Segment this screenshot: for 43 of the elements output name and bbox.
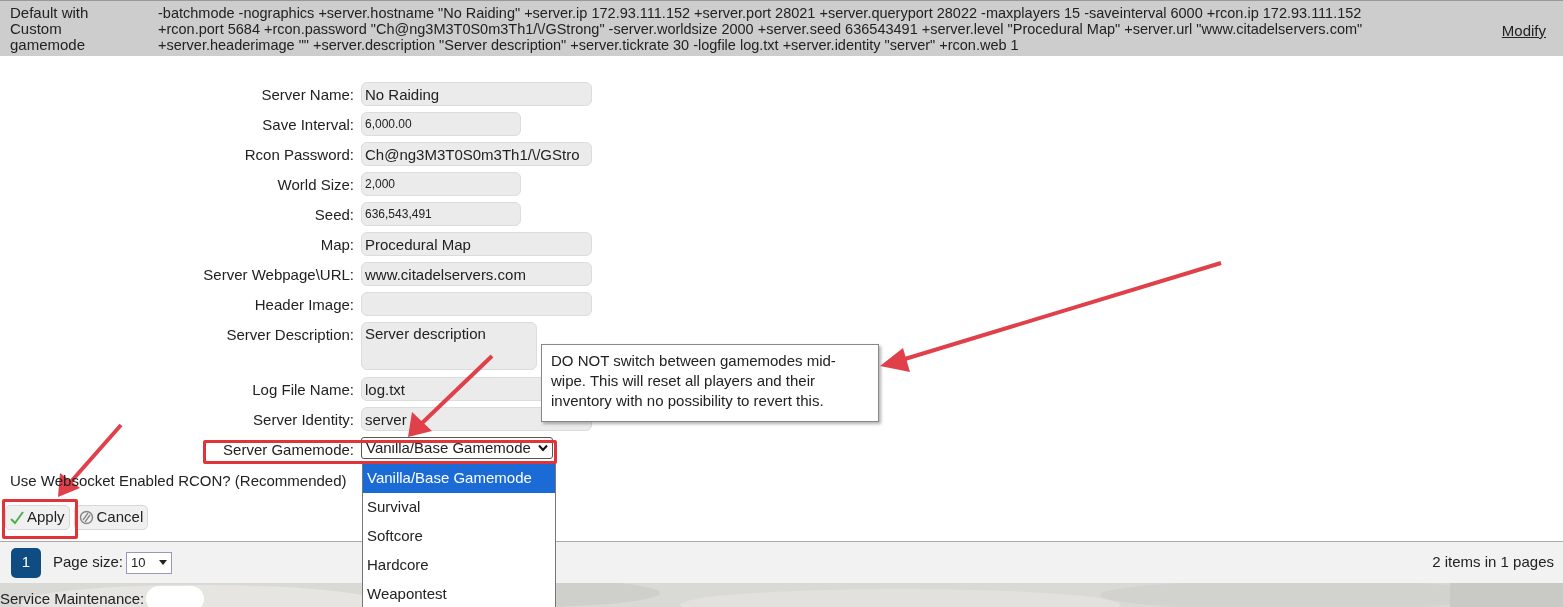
page-size-select[interactable]: 10 bbox=[126, 551, 173, 574]
toggle-switch[interactable] bbox=[146, 586, 205, 607]
dropdown-option[interactable]: Weapontest bbox=[363, 580, 555, 607]
field-label: Log File Name: bbox=[251, 380, 355, 400]
gamemode-select[interactable]: Vanilla/Base Gamemode bbox=[361, 437, 553, 459]
dropdown-option[interactable]: Survival bbox=[363, 493, 555, 522]
row-name: Default with Custom gamemode bbox=[9, 5, 90, 55]
text-area[interactable]: Server description bbox=[361, 322, 537, 370]
input-field[interactable]: 636,543,491 bbox=[361, 202, 521, 226]
input-field[interactable]: No Raiding bbox=[361, 82, 592, 106]
dropdown-option[interactable]: Hardcore bbox=[363, 551, 555, 580]
field-label: Save Interval: bbox=[261, 115, 355, 135]
cancel-icon bbox=[78, 510, 94, 525]
command-line-text: -batchmode -nographics +server.hostname "No Raiding" +server.ip 172.93.111.152 +server.port 28021 +server.queryport 28022 -maxplayers 15 -saveinterval 6000 +rcon.ip 172.93.111.152 +rcon.port 5684 +rcon.password "Ch@ng3M3T0S0m3Th1/\/GStrong" -server.worldsize 2000 +server.seed 636543491 +server.level "Procedural Map" +server.url "www.citadelservers.com" +server.headerimage "" +server.description "Server description" +server.tickrate 30 -logfile log.txt +server.identity "server" +rcon.web 1 bbox=[158, 5, 1364, 55]
input-field[interactable] bbox=[361, 292, 592, 316]
field-label: Header Image: bbox=[253, 295, 355, 315]
field-label: World Size: bbox=[276, 175, 355, 195]
field-label: Rcon Password: bbox=[243, 145, 355, 165]
field-label: Server Description: bbox=[225, 325, 355, 345]
tooltip: DO NOT switch between gamemodes mid-wipe. This will reset all players and their inventory with no possibility to revert this. bbox=[541, 344, 879, 422]
dropdown-option[interactable]: Softcore bbox=[363, 522, 555, 551]
input-field[interactable]: 6,000.00 bbox=[361, 112, 521, 136]
field-label: Map: bbox=[319, 235, 355, 255]
input-field[interactable]: 2,000 bbox=[361, 172, 521, 196]
input-field[interactable]: Ch@ng3M3T0S0m3Th1/\/GStro bbox=[361, 142, 592, 166]
field-label: Server Name: bbox=[260, 85, 355, 105]
field-label: Server Gamemode: bbox=[222, 440, 355, 460]
input-field[interactable]: Procedural Map bbox=[361, 232, 592, 256]
field-label: Server Identity: bbox=[252, 410, 355, 430]
page-size-label: Page size: bbox=[53, 552, 124, 573]
input-field[interactable]: www.citadelservers.com bbox=[361, 262, 592, 286]
field-label: Seed: bbox=[313, 205, 355, 225]
maintenance-label: Service Maintenance: bbox=[0, 588, 145, 607]
cancel-button[interactable]: Cancel bbox=[73, 505, 149, 530]
modify-link[interactable]: Modify bbox=[1491, 22, 1563, 39]
apply-button[interactable]: Apply bbox=[5, 505, 70, 530]
checkmark-icon bbox=[10, 510, 24, 525]
field-label: Server Webpage\URL: bbox=[202, 265, 355, 285]
page-button[interactable]: 1 bbox=[11, 547, 41, 578]
pager-summary: 2 items in 1 pages bbox=[1432, 552, 1554, 573]
chevron-down-icon bbox=[538, 444, 548, 452]
caret-icon bbox=[159, 560, 168, 565]
dropdown-option[interactable]: Vanilla/Base Gamemode bbox=[363, 464, 555, 493]
